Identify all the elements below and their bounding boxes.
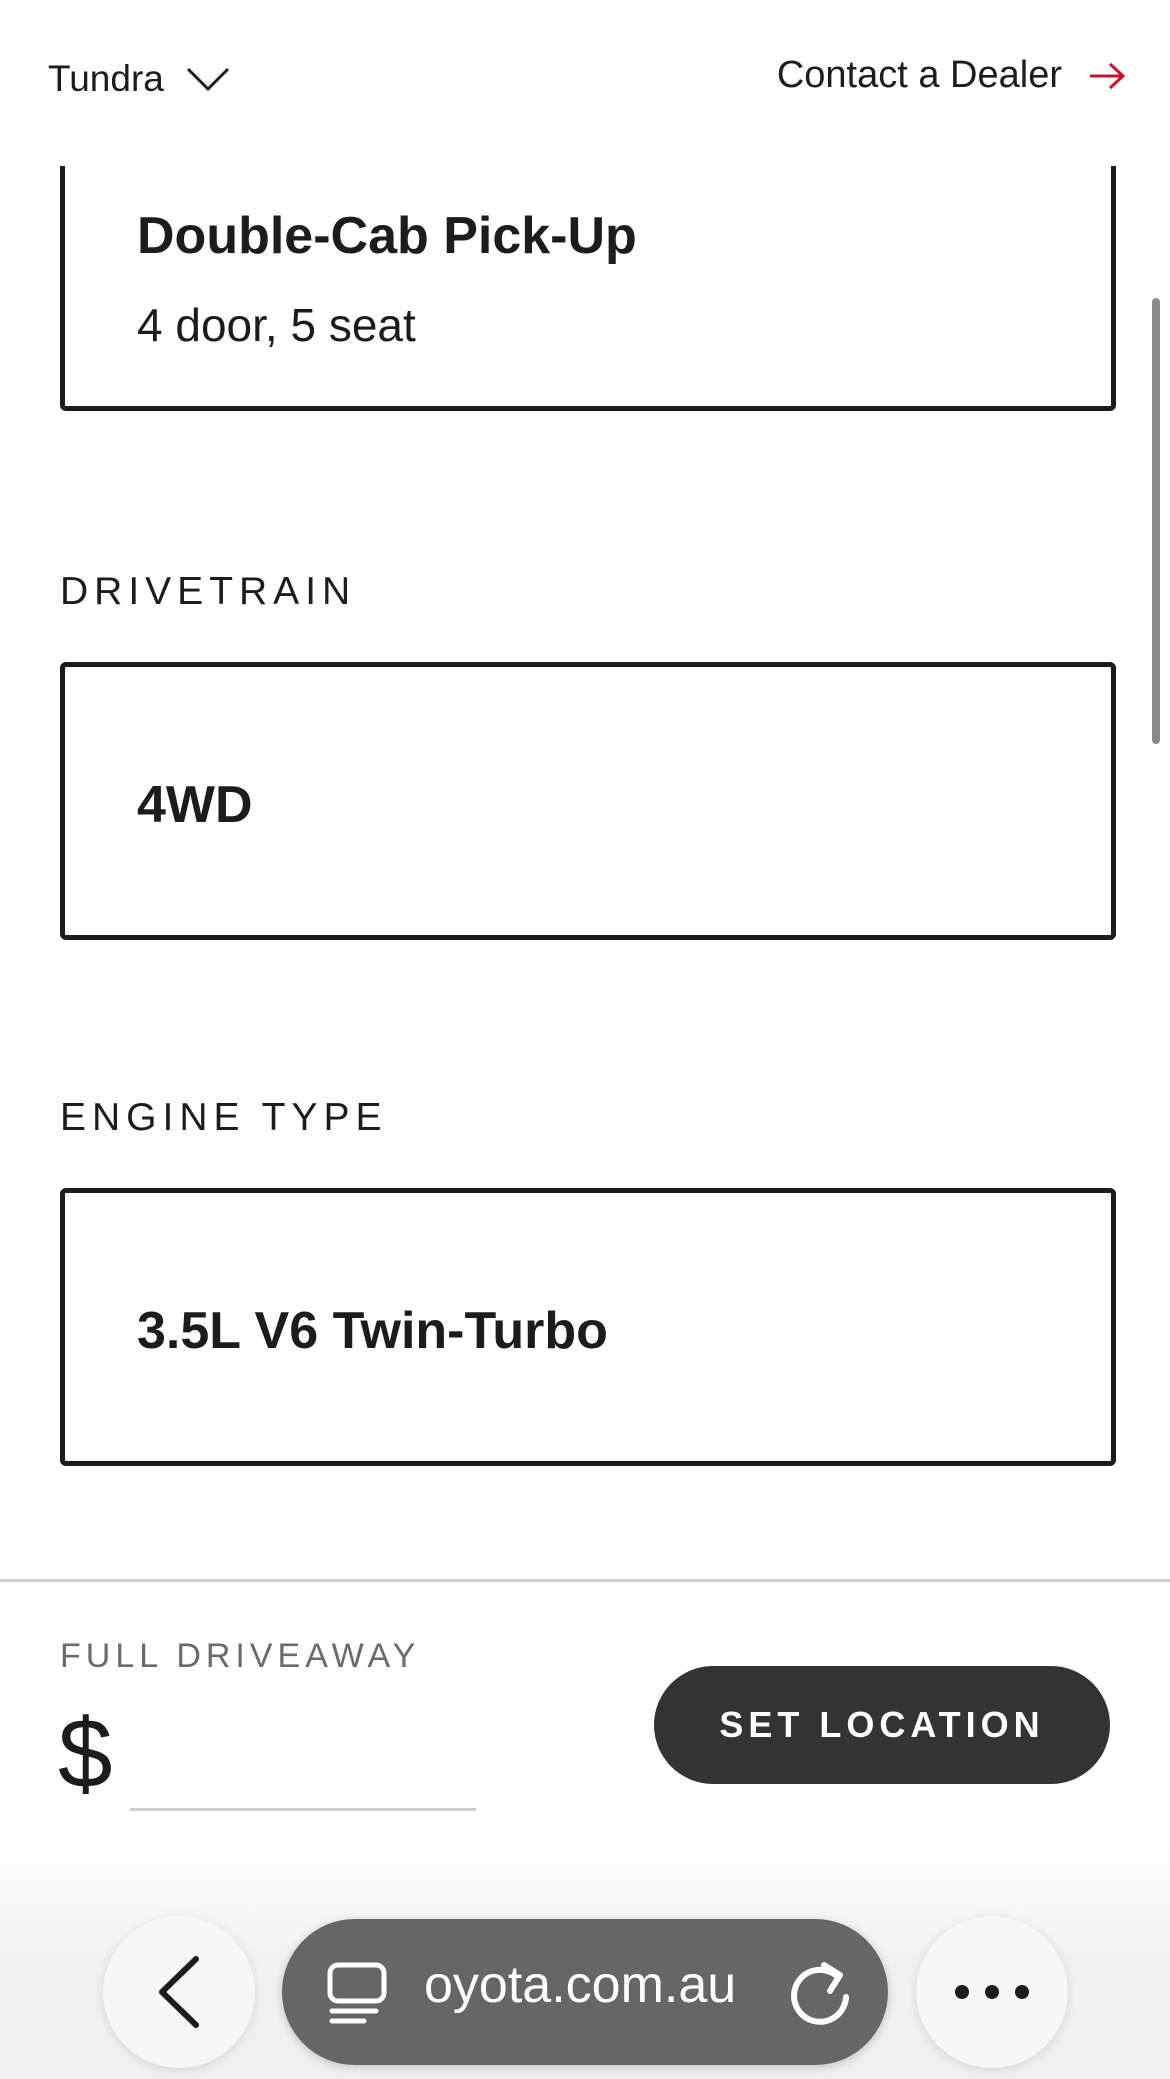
arrow-right-icon (1090, 62, 1126, 89)
engine-option-label: 3.5L V6 Twin-Turbo (137, 1302, 608, 1360)
driveaway-price-field[interactable] (130, 1716, 476, 1811)
contact-dealer-link[interactable]: Contact a Dealer (777, 54, 1126, 97)
drivetrain-section-label: DRIVETRAIN (60, 570, 357, 613)
chevron-down-icon (186, 67, 229, 92)
drivetrain-option-card[interactable]: 4WD (60, 662, 1116, 940)
engine-option-card[interactable]: 3.5L V6 Twin-Turbo (60, 1188, 1116, 1466)
body-style-option-card[interactable]: Double-Cab Pick-Up 4 door, 5 seat (60, 166, 1116, 411)
model-name: Tundra (48, 58, 164, 99)
browser-more-button[interactable] (916, 1916, 1068, 2068)
model-selector[interactable]: Tundra (48, 58, 230, 100)
address-bar[interactable]: oyota.com.au (282, 1919, 888, 2065)
body-style-title: Double-Cab Pick-Up (137, 207, 637, 265)
full-driveaway-label: FULL DRIVEAWAY (60, 1637, 421, 1675)
engine-section-label: ENGINE TYPE (60, 1096, 388, 1139)
browser-back-button[interactable] (103, 1916, 255, 2068)
more-icon (955, 1985, 1029, 1999)
tab-overview-icon (327, 1962, 387, 2024)
page-scrollbar[interactable] (1152, 298, 1160, 744)
reload-icon[interactable] (790, 1957, 854, 2027)
drivetrain-option-label: 4WD (137, 776, 253, 834)
currency-symbol: $ (58, 1698, 113, 1808)
price-bar-divider (0, 1579, 1170, 1582)
body-style-subtitle: 4 door, 5 seat (137, 299, 416, 351)
contact-dealer-label: Contact a Dealer (776, 54, 1062, 96)
set-location-button[interactable]: SET LOCATION (654, 1666, 1110, 1784)
back-arrow-icon (159, 1956, 199, 2028)
url-text: oyota.com.au (424, 1956, 737, 2014)
